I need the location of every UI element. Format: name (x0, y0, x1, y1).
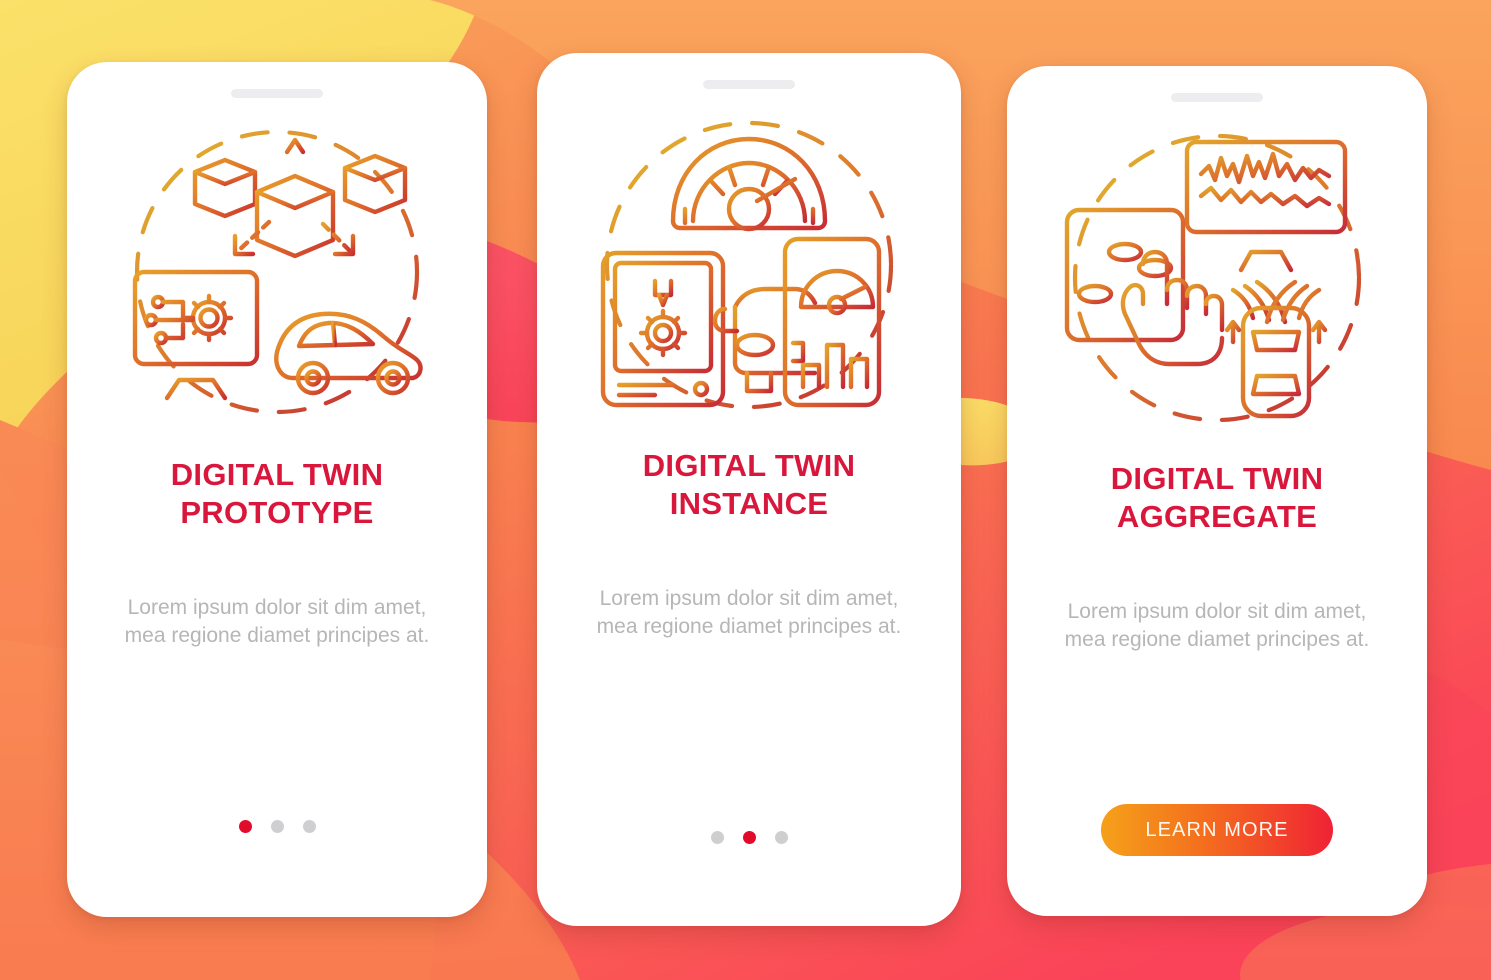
learn-more-button[interactable]: LEARN MORE (1101, 804, 1333, 856)
phone-speaker-icon (231, 89, 323, 98)
pagination-dot-3[interactable] (774, 831, 788, 844)
page-description: Lorem ipsum dolor sit dim amet, mea regi… (596, 586, 902, 638)
pagination-dot-1[interactable] (710, 831, 724, 844)
phone-speaker-icon (1171, 93, 1263, 102)
digital-twin-aggregate-illustration (1057, 118, 1377, 438)
digital-twin-prototype-illustration (117, 114, 437, 434)
onboarding-card-prototype[interactable]: DIGITAL TWIN PROTOTYPE Lorem ipsum dolor… (67, 62, 487, 917)
page-description: Lorem ipsum dolor sit dim amet, mea regi… (124, 595, 430, 647)
page-title: DIGITAL TWIN INSTANCE (642, 448, 856, 521)
pagination-dot-2[interactable] (270, 820, 284, 833)
phone-speaker-icon (703, 80, 795, 89)
page-title: DIGITAL TWIN AGGREGATE (1110, 461, 1324, 534)
pagination-dots[interactable] (710, 831, 788, 844)
onboarding-card-instance[interactable]: DIGITAL TWIN INSTANCE Lorem ipsum dolor … (537, 53, 961, 926)
page-title: DIGITAL TWIN PROTOTYPE (170, 457, 384, 530)
digital-twin-instance-illustration (589, 105, 909, 425)
onboarding-card-aggregate[interactable]: DIGITAL TWIN AGGREGATE Lorem ipsum dolor… (1007, 66, 1427, 916)
pagination-dot-3[interactable] (302, 820, 316, 833)
pagination-dots[interactable] (238, 820, 316, 833)
pagination-dot-1[interactable] (238, 820, 252, 833)
onboarding-screens: DIGITAL TWIN PROTOTYPE Lorem ipsum dolor… (0, 0, 1491, 980)
pagination-dot-2[interactable] (742, 831, 756, 844)
page-description: Lorem ipsum dolor sit dim amet, mea regi… (1064, 599, 1370, 651)
